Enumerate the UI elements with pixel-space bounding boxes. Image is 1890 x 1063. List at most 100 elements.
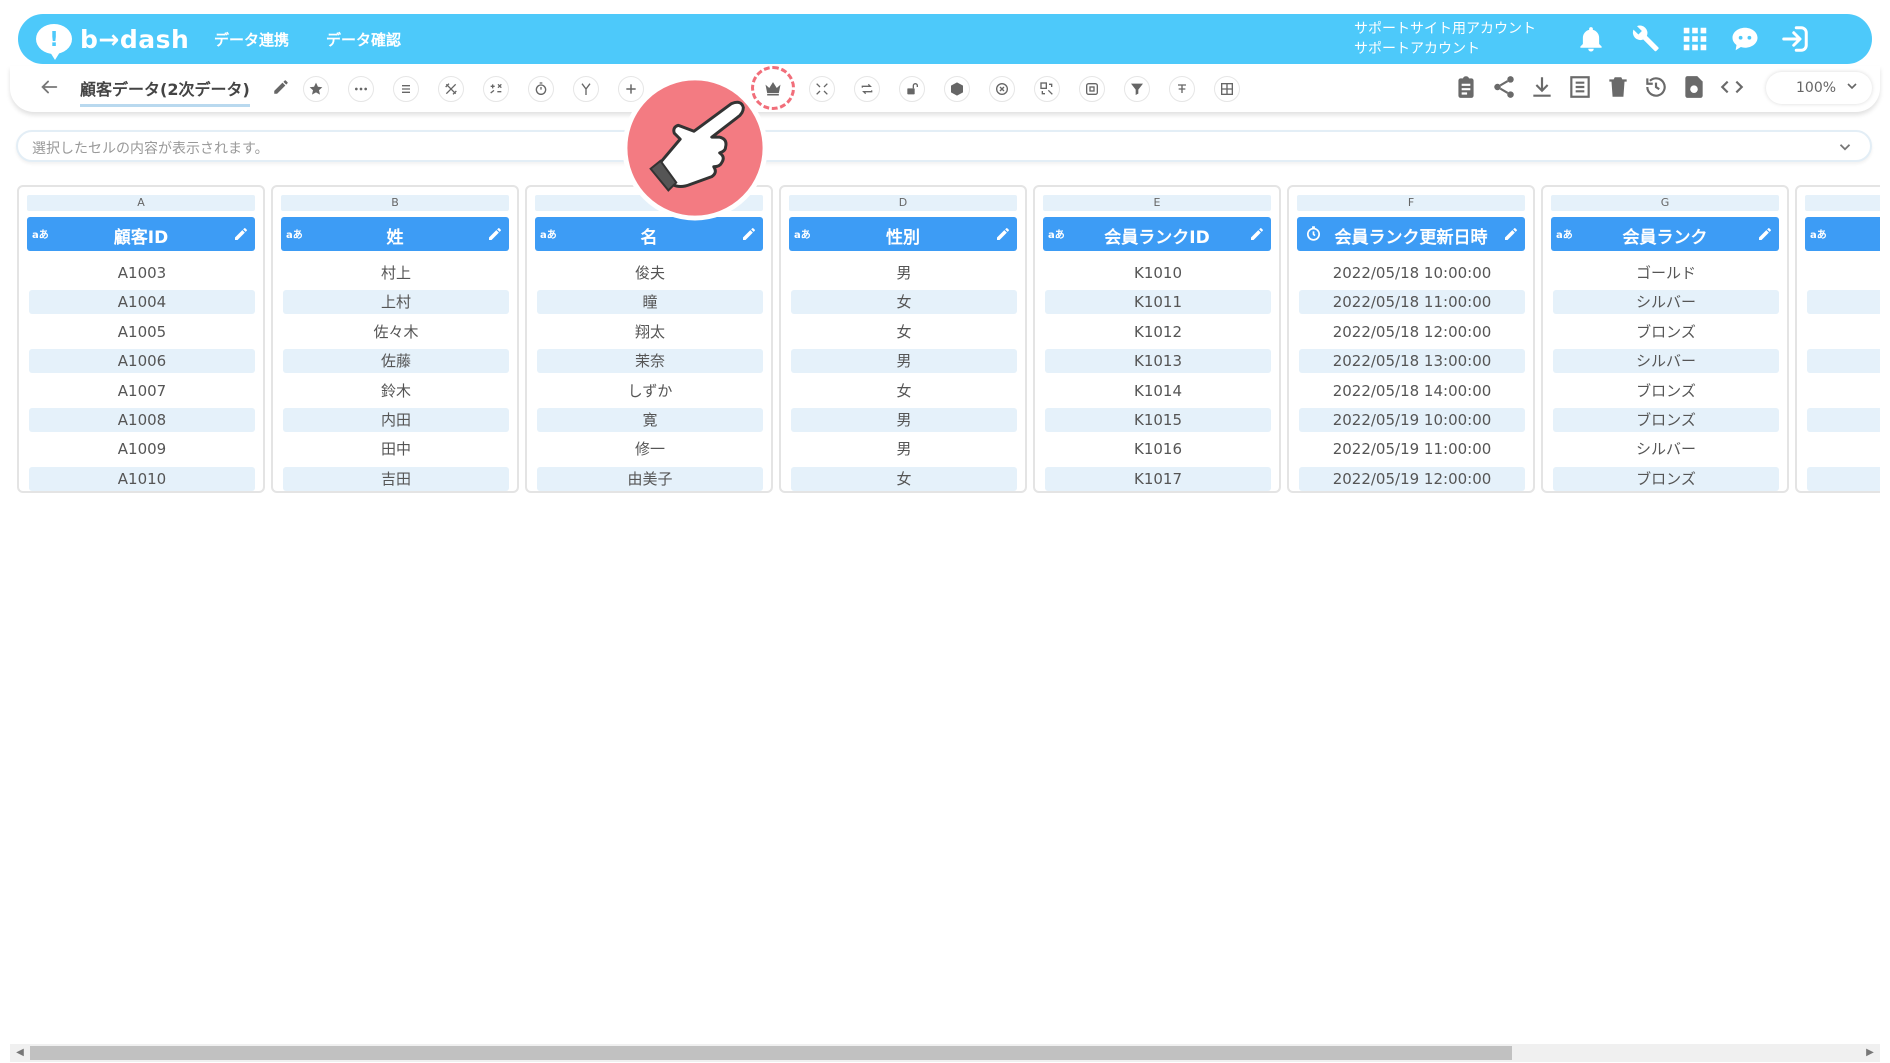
table-cell[interactable]: 女	[791, 379, 1017, 403]
column-letter[interactable]: F	[1297, 195, 1525, 211]
tools-icon[interactable]	[438, 76, 464, 102]
table-cell[interactable]: シルバー	[1553, 290, 1779, 315]
table-cell[interactable]: シルバー	[1553, 349, 1779, 374]
table-cell[interactable]: sasa	[1807, 320, 1880, 344]
table-cell[interactable]: 由美子	[537, 466, 763, 491]
table-cell[interactable]: 佐々木	[283, 320, 509, 344]
table-cell[interactable]: ブロンズ	[1553, 408, 1779, 432]
list-icon[interactable]	[393, 76, 419, 102]
table-cell[interactable]: 修一	[537, 437, 763, 461]
dots-icon[interactable]	[348, 76, 374, 102]
table-cell[interactable]: 女	[791, 290, 1017, 315]
table-cell[interactable]: シルバー	[1553, 437, 1779, 461]
chevron-down-icon[interactable]	[1836, 138, 1854, 156]
table-cell[interactable]: ブロンズ	[1553, 320, 1779, 344]
table-cell[interactable]: mural	[1807, 261, 1880, 285]
share-icon[interactable]	[1491, 74, 1517, 100]
nav-data-check[interactable]: データ確認	[326, 29, 401, 50]
table-cell[interactable]: 佐藤	[283, 349, 509, 374]
table-cell[interactable]: ゴールド	[1553, 261, 1779, 285]
delete-icon[interactable]	[1605, 74, 1631, 100]
grid-column[interactable]: Eaあ 会員ランクID K1010 K1011 K1012 K1013 K1014 K1015…	[1033, 185, 1281, 493]
code-icon[interactable]	[1719, 74, 1745, 100]
table-cell[interactable]: 2022/05/19 10:00:00	[1299, 408, 1525, 432]
table-cell[interactable]: ブロンズ	[1553, 379, 1779, 403]
table-cell[interactable]: 上村	[283, 290, 509, 315]
table-cell[interactable]: A1007	[29, 379, 255, 403]
column-header[interactable]: aあ姓	[281, 217, 509, 251]
table-cell[interactable]: 2022/05/18 14:00:00	[1299, 379, 1525, 403]
table-icon[interactable]	[1214, 76, 1240, 102]
bell-icon[interactable]	[1576, 24, 1606, 54]
table-cell[interactable]: 男	[791, 261, 1017, 285]
table-cell[interactable]: 男	[791, 408, 1017, 432]
account-info[interactable]: サポートサイト用アカウント サポートアカウント	[1354, 19, 1536, 59]
zoom-select[interactable]: 100%	[1766, 72, 1872, 104]
horizontal-scrollbar[interactable]: ◀ ▶	[10, 1044, 1880, 1062]
column-header[interactable]: aあ 会員ランク	[1551, 217, 1779, 251]
filter-icon[interactable]	[1124, 76, 1150, 102]
table-cell[interactable]: A1009	[29, 437, 255, 461]
nav-data-link[interactable]: データ連携	[214, 29, 289, 50]
text-icon[interactable]	[1169, 76, 1195, 102]
table-cell[interactable]: uem	[1807, 290, 1880, 315]
table-cell[interactable]: A1006	[29, 349, 255, 374]
table-cell[interactable]: 2022/05/19 11:00:00	[1299, 437, 1525, 461]
table-cell[interactable]: 2022/05/18 10:00:00	[1299, 261, 1525, 285]
download-icon[interactable]	[1529, 74, 1555, 100]
table-cell[interactable]: K1010	[1045, 261, 1271, 285]
clipboard-icon[interactable]	[1453, 74, 1479, 100]
replace-icon[interactable]	[1034, 76, 1060, 102]
grid-column[interactable]: Baあ姓村上 上村 佐々木 佐藤 鈴木 内田 田中 吉田	[271, 185, 519, 493]
grid-column[interactable]: aあ名俊夫瞳翔太 茉奈 しずか寛修一 由美子	[525, 185, 773, 493]
brand-logo[interactable]: ! b→dash	[36, 22, 189, 60]
grid-column[interactable]: aあ mural uem sasa sat suzu uti tana yosi	[1795, 185, 1880, 493]
table-cell[interactable]: A1004	[29, 290, 255, 315]
table-cell[interactable]: 村上	[283, 261, 509, 285]
table-cell[interactable]: A1010	[29, 466, 255, 491]
edit-column-pencil-icon[interactable]	[741, 226, 757, 242]
table-cell[interactable]: しずか	[537, 379, 763, 403]
table-cell[interactable]: 茉奈	[537, 349, 763, 374]
package-icon[interactable]	[944, 76, 970, 102]
star-icon[interactable]	[303, 76, 329, 102]
column-letter[interactable]: E	[1043, 195, 1271, 211]
cell-content-bar[interactable]: 選択したセルの内容が表示されます。	[16, 130, 1872, 162]
table-cell[interactable]: sat	[1807, 349, 1880, 374]
table-cell[interactable]: uti	[1807, 408, 1880, 432]
chat-robot-icon[interactable]	[1730, 24, 1760, 54]
table-cell[interactable]: K1017	[1045, 466, 1271, 491]
table-cell[interactable]: 内田	[283, 408, 509, 432]
column-letter[interactable]: B	[281, 195, 509, 211]
scrollbar-thumb[interactable]	[30, 1046, 1512, 1060]
column-header[interactable]: aあ 性別	[789, 217, 1017, 251]
scroll-right-arrow-icon[interactable]: ▶	[1864, 1047, 1876, 1059]
table-cell[interactable]: K1015	[1045, 408, 1271, 432]
grid-column[interactable]: Daあ 性別男女女男女男男女	[779, 185, 1027, 493]
column-header[interactable]: 会員ランク更新日時	[1297, 217, 1525, 251]
timer-icon[interactable]	[528, 76, 554, 102]
table-cell[interactable]: A1003	[29, 261, 255, 285]
apps-grid-icon[interactable]	[1680, 24, 1710, 54]
table-cell[interactable]: 翔太	[537, 320, 763, 344]
column-letter[interactable]	[1805, 195, 1880, 211]
table-cell[interactable]: K1011	[1045, 290, 1271, 315]
branch-icon[interactable]	[573, 76, 599, 102]
column-letter[interactable]: G	[1551, 195, 1779, 211]
column-header[interactable]: aあ 顧客ID	[27, 217, 255, 251]
edit-column-pencil-icon[interactable]	[233, 226, 249, 242]
table-cell[interactable]: 2022/05/18 12:00:00	[1299, 320, 1525, 344]
refresh-icon[interactable]	[1681, 74, 1707, 100]
table-cell[interactable]: K1013	[1045, 349, 1271, 374]
history-icon[interactable]	[1643, 74, 1669, 100]
table-cell[interactable]: 鈴木	[283, 379, 509, 403]
table-cell[interactable]: 瞳	[537, 290, 763, 315]
edit-column-pencil-icon[interactable]	[487, 226, 503, 242]
table-cell[interactable]: 寛	[537, 408, 763, 432]
table-cell[interactable]: K1014	[1045, 379, 1271, 403]
table-cell[interactable]: suzu	[1807, 379, 1880, 403]
edit-name-pencil-icon[interactable]	[272, 78, 290, 96]
transform-icon[interactable]	[483, 76, 509, 102]
table-cell[interactable]: 男	[791, 349, 1017, 374]
edit-column-pencil-icon[interactable]	[1503, 226, 1519, 242]
